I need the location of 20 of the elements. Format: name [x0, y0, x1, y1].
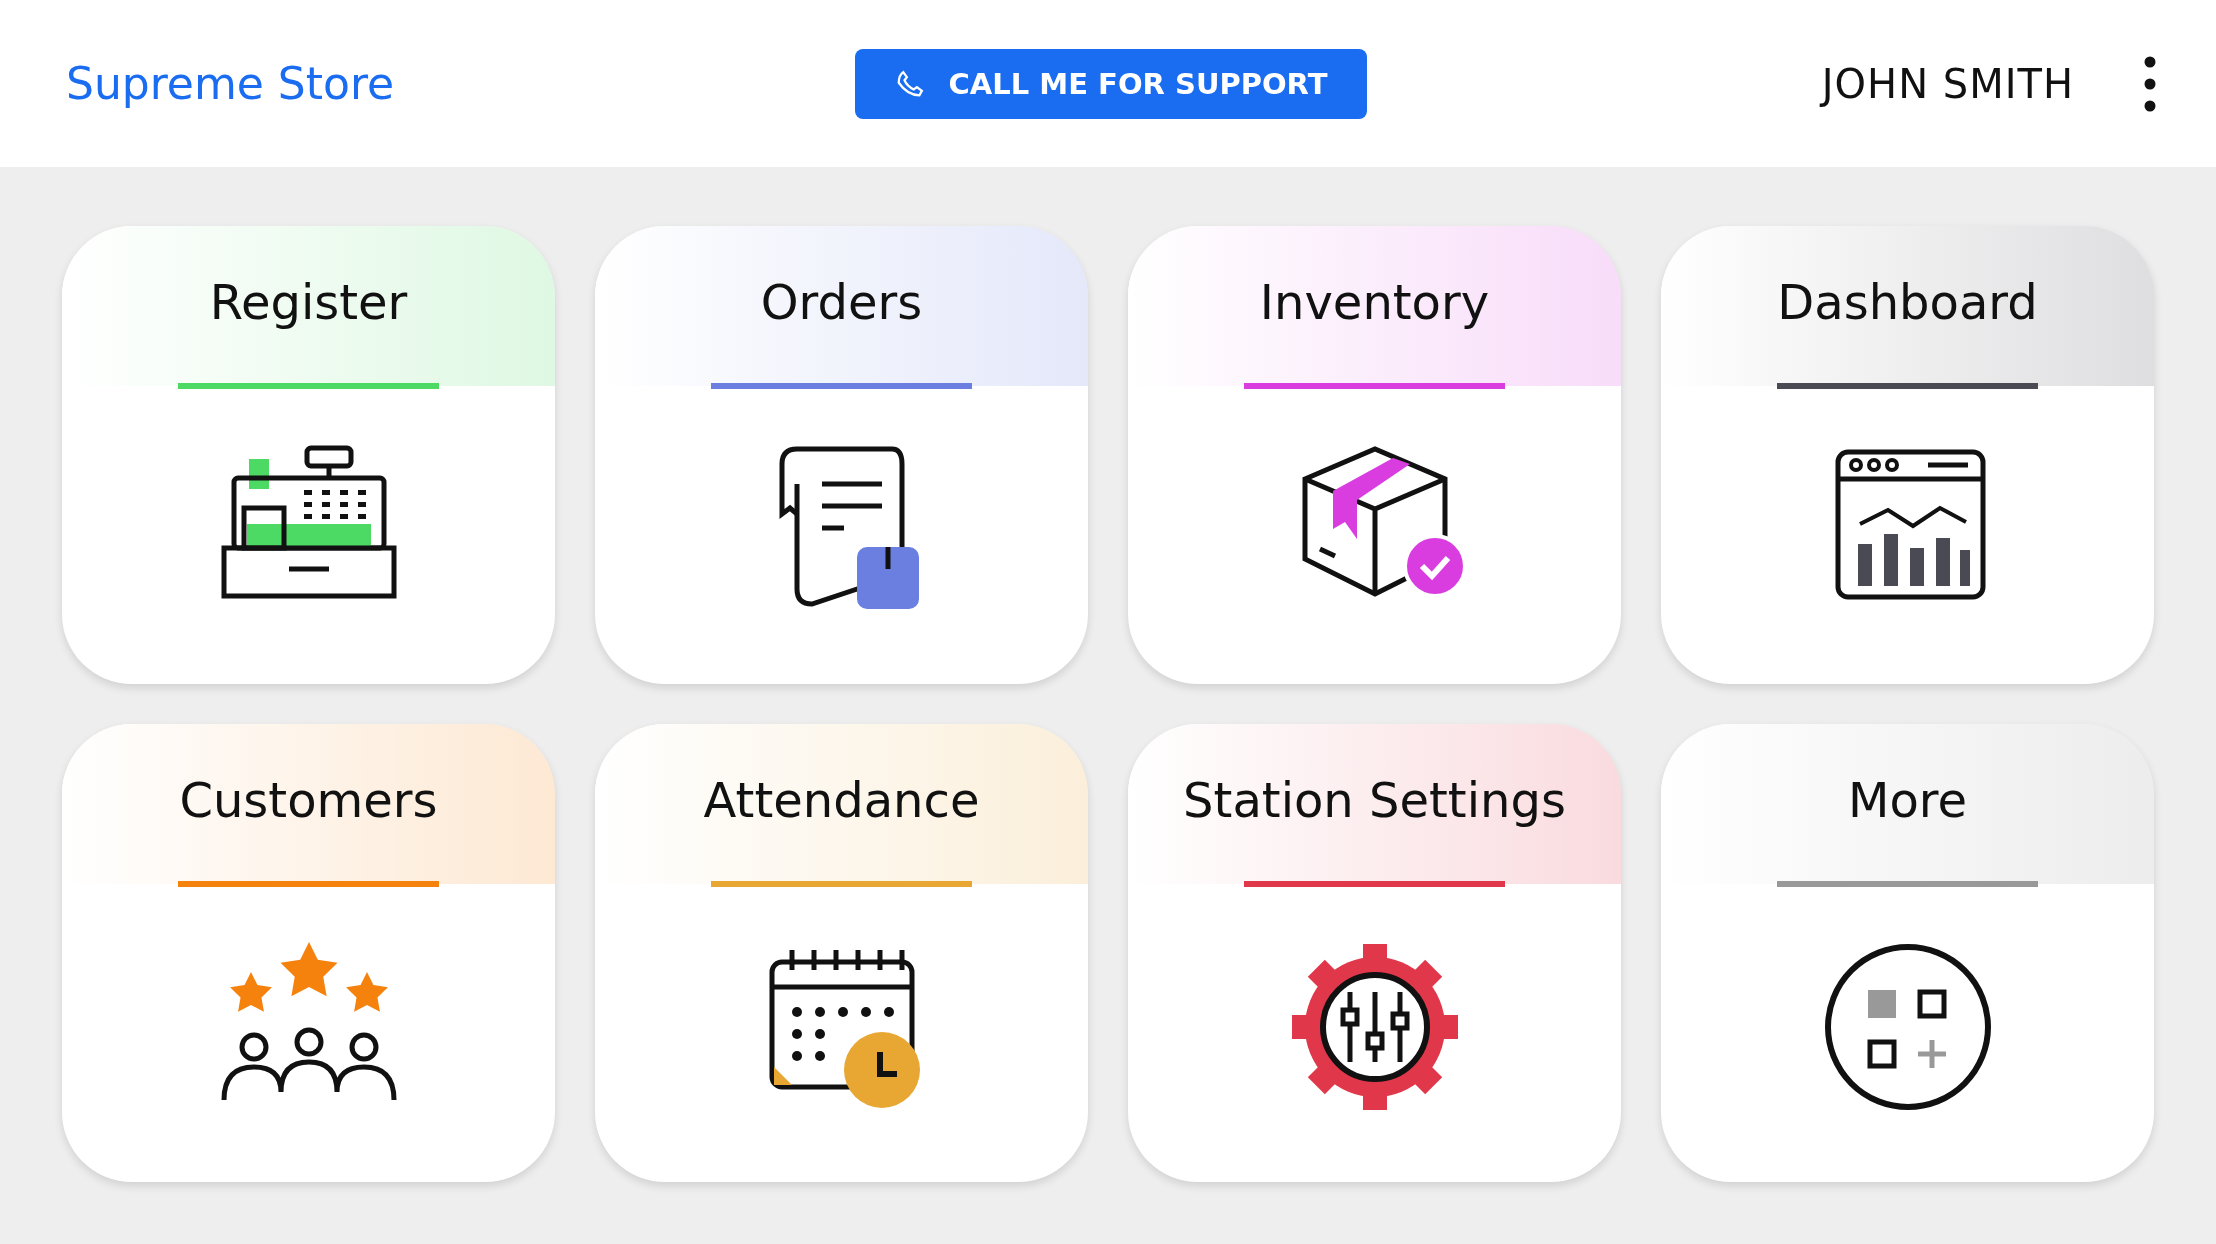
support-button[interactable]: CALL ME FOR SUPPORT [854, 48, 1368, 119]
tile-card[interactable]: Station Settings [1128, 724, 1621, 1182]
tile-title: Inventory [1259, 274, 1490, 330]
tile-title: Attendance [703, 772, 980, 828]
tile-title: Register [209, 274, 408, 330]
store-name: Supreme Store [66, 58, 396, 109]
tile-title: More [1848, 772, 1967, 828]
tile-card[interactable]: More [1661, 724, 2154, 1182]
tile-card[interactable]: Register [62, 226, 555, 684]
tile-title: Station Settings [1183, 772, 1566, 828]
tile-card[interactable]: Inventory [1128, 226, 1621, 684]
tile-title: Customers [179, 772, 438, 828]
user-name: JOHN SMITH [1821, 60, 2074, 107]
tile-card[interactable]: Orders [595, 226, 1088, 684]
tile-title: Dashboard [1777, 274, 2038, 330]
tile-card[interactable]: Dashboard [1661, 226, 2154, 684]
tile-title: Orders [760, 274, 923, 330]
tile-card[interactable]: Attendance [595, 724, 1088, 1182]
tile-card[interactable]: Customers [62, 724, 555, 1182]
menu-icon[interactable] [2144, 55, 2156, 112]
